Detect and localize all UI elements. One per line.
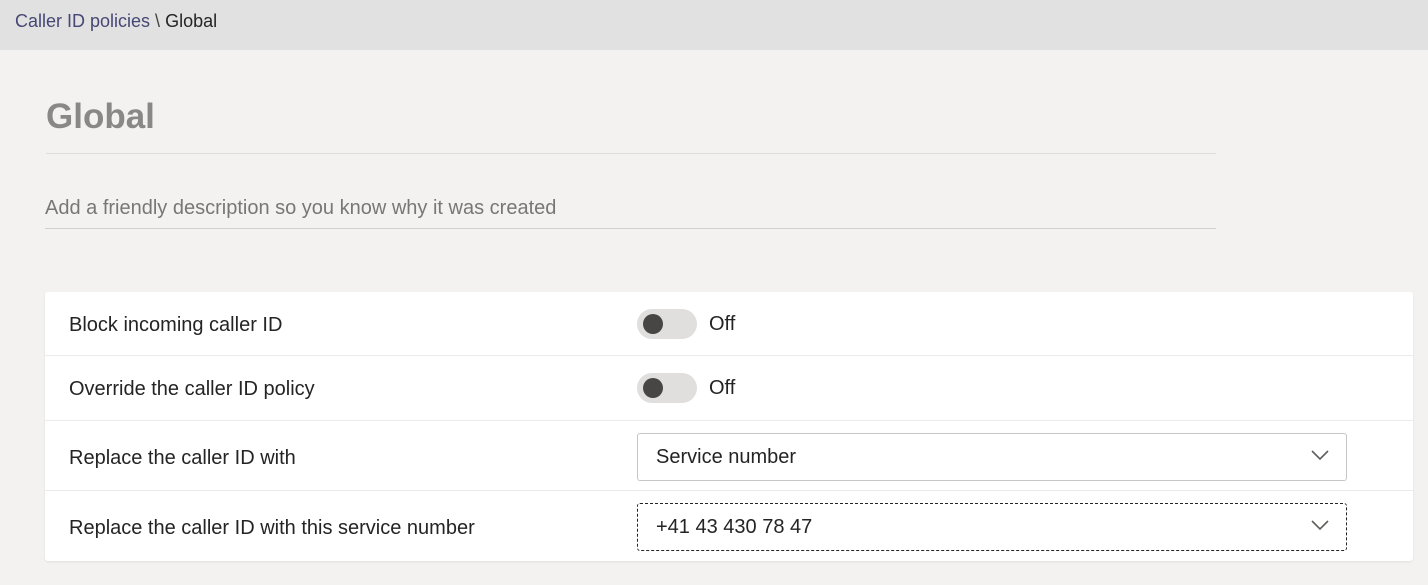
- toggle-state-label: Off: [709, 313, 736, 335]
- setting-label: Override the caller ID policy: [69, 378, 315, 400]
- override-policy-toggle[interactable]: [637, 373, 697, 403]
- chevron-down-icon: [1311, 450, 1329, 461]
- breadcrumb-bar: Caller ID policies \ Global: [0, 0, 1428, 50]
- setting-row-service-number: Replace the caller ID with this service …: [45, 491, 1413, 561]
- settings-card: Block incoming caller ID Off Override th…: [45, 292, 1413, 561]
- toggle-knob: [643, 314, 663, 334]
- setting-label: Replace the caller ID with: [69, 447, 296, 469]
- service-number-dropdown[interactable]: +41 43 430 78 47: [637, 503, 1347, 551]
- breadcrumb-separator: \: [155, 11, 161, 31]
- page-title[interactable]: Global: [46, 96, 155, 138]
- chevron-down-icon: [1311, 520, 1329, 531]
- setting-row-replace-with: Replace the caller ID with Service numbe…: [45, 421, 1413, 491]
- toggle-state-label: Off: [709, 377, 736, 399]
- block-incoming-toggle[interactable]: [637, 309, 697, 339]
- dropdown-selected-value: +41 43 430 78 47: [656, 516, 813, 538]
- dropdown-selected-value: Service number: [656, 446, 797, 468]
- title-divider: [46, 153, 1216, 154]
- setting-row-override-policy: Override the caller ID policy Off: [45, 356, 1413, 421]
- setting-row-block-incoming: Block incoming caller ID Off: [45, 292, 1413, 356]
- description-input[interactable]: [45, 188, 1216, 229]
- replace-with-dropdown[interactable]: Service number: [637, 433, 1347, 481]
- breadcrumb: Caller ID policies \ Global: [15, 10, 217, 32]
- setting-label: Block incoming caller ID: [69, 314, 283, 336]
- breadcrumb-current: Global: [165, 11, 218, 31]
- setting-label: Replace the caller ID with this service …: [69, 517, 475, 539]
- breadcrumb-link-caller-id-policies[interactable]: Caller ID policies: [15, 11, 150, 31]
- toggle-knob: [643, 378, 663, 398]
